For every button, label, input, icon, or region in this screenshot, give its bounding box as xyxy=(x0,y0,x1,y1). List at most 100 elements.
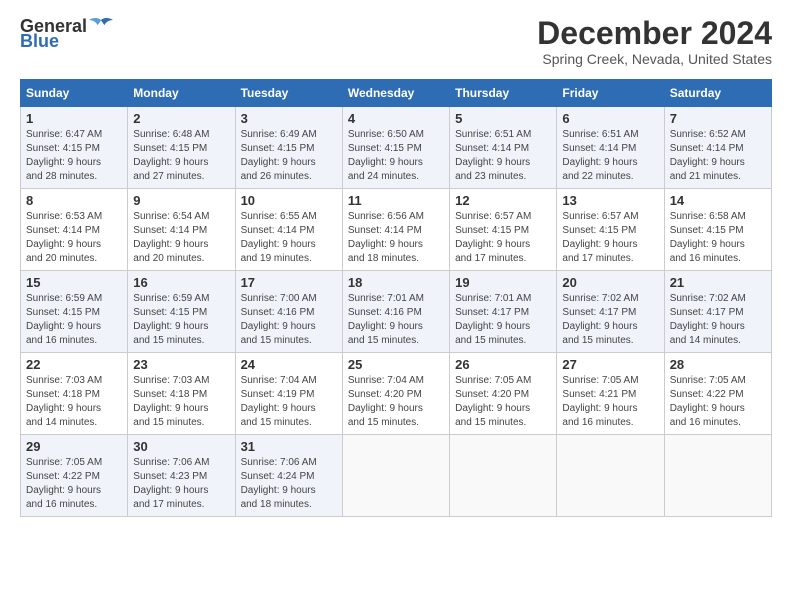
calendar-week-row: 15 Sunrise: 6:59 AM Sunset: 4:15 PM Dayli… xyxy=(21,271,772,353)
day-info: Sunrise: 7:03 AM Sunset: 4:18 PM Dayligh… xyxy=(26,374,122,430)
day-info: Sunrise: 7:05 AM Sunset: 4:22 PM Dayligh… xyxy=(670,374,766,430)
day-info: Sunrise: 7:01 AM Sunset: 4:17 PM Dayligh… xyxy=(455,292,551,348)
day-number: 13 xyxy=(562,193,658,208)
calendar-day-cell: 20 Sunrise: 7:02 AM Sunset: 4:17 PM Dayli… xyxy=(557,271,664,353)
logo-bird-icon xyxy=(89,16,113,36)
calendar-subtitle: Spring Creek, Nevada, United States xyxy=(537,51,772,67)
day-number: 16 xyxy=(133,275,229,290)
day-info: Sunrise: 6:51 AM Sunset: 4:14 PM Dayligh… xyxy=(455,128,551,184)
calendar-day-cell xyxy=(664,435,771,517)
day-number: 24 xyxy=(241,357,337,372)
day-info: Sunrise: 6:51 AM Sunset: 4:14 PM Dayligh… xyxy=(562,128,658,184)
day-number: 25 xyxy=(348,357,444,372)
day-info: Sunrise: 7:06 AM Sunset: 4:24 PM Dayligh… xyxy=(241,456,337,512)
calendar-week-row: 1 Sunrise: 6:47 AM Sunset: 4:15 PM Daylig… xyxy=(21,107,772,189)
day-info: Sunrise: 7:04 AM Sunset: 4:19 PM Dayligh… xyxy=(241,374,337,430)
day-number: 6 xyxy=(562,111,658,126)
day-number: 21 xyxy=(670,275,766,290)
day-number: 7 xyxy=(670,111,766,126)
day-info: Sunrise: 7:02 AM Sunset: 4:17 PM Dayligh… xyxy=(670,292,766,348)
calendar-day-cell: 12 Sunrise: 6:57 AM Sunset: 4:15 PM Dayli… xyxy=(450,189,557,271)
calendar-day-cell: 26 Sunrise: 7:05 AM Sunset: 4:20 PM Dayli… xyxy=(450,353,557,435)
day-number: 12 xyxy=(455,193,551,208)
day-info: Sunrise: 6:50 AM Sunset: 4:15 PM Dayligh… xyxy=(348,128,444,184)
weekday-header-cell: Saturday xyxy=(664,80,771,107)
calendar-day-cell: 19 Sunrise: 7:01 AM Sunset: 4:17 PM Dayli… xyxy=(450,271,557,353)
day-number: 3 xyxy=(241,111,337,126)
calendar-day-cell: 5 Sunrise: 6:51 AM Sunset: 4:14 PM Daylig… xyxy=(450,107,557,189)
day-info: Sunrise: 7:02 AM Sunset: 4:17 PM Dayligh… xyxy=(562,292,658,348)
day-number: 2 xyxy=(133,111,229,126)
day-number: 8 xyxy=(26,193,122,208)
calendar-day-cell: 21 Sunrise: 7:02 AM Sunset: 4:17 PM Dayli… xyxy=(664,271,771,353)
calendar-day-cell: 10Sunrise: 6:55 AM Sunset: 4:14 PM Dayli… xyxy=(235,189,342,271)
calendar-week-row: 22 Sunrise: 7:03 AM Sunset: 4:18 PM Dayli… xyxy=(21,353,772,435)
day-info: Sunrise: 6:47 AM Sunset: 4:15 PM Dayligh… xyxy=(26,128,122,184)
calendar-day-cell: 1 Sunrise: 6:47 AM Sunset: 4:15 PM Daylig… xyxy=(21,107,128,189)
logo-blue-text: Blue xyxy=(20,32,59,50)
day-info: Sunrise: 6:48 AM Sunset: 4:15 PM Dayligh… xyxy=(133,128,229,184)
calendar-day-cell: 2 Sunrise: 6:48 AM Sunset: 4:15 PM Daylig… xyxy=(128,107,235,189)
calendar-day-cell: 23Sunrise: 7:03 AM Sunset: 4:18 PM Dayli… xyxy=(128,353,235,435)
calendar-week-row: 8 Sunrise: 6:53 AM Sunset: 4:14 PM Daylig… xyxy=(21,189,772,271)
day-number: 11 xyxy=(348,193,444,208)
weekday-header-cell: Thursday xyxy=(450,80,557,107)
day-number: 26 xyxy=(455,357,551,372)
calendar-day-cell: 6 Sunrise: 6:51 AM Sunset: 4:14 PM Daylig… xyxy=(557,107,664,189)
calendar-day-cell xyxy=(342,435,449,517)
calendar-day-cell: 16Sunrise: 6:59 AM Sunset: 4:15 PM Dayli… xyxy=(128,271,235,353)
calendar-day-cell: 22 Sunrise: 7:03 AM Sunset: 4:18 PM Dayli… xyxy=(21,353,128,435)
day-number: 1 xyxy=(26,111,122,126)
day-info: Sunrise: 6:53 AM Sunset: 4:14 PM Dayligh… xyxy=(26,210,122,266)
day-number: 4 xyxy=(348,111,444,126)
calendar-table: SundayMondayTuesdayWednesdayThursdayFrid… xyxy=(20,79,772,517)
day-info: Sunrise: 7:05 AM Sunset: 4:21 PM Dayligh… xyxy=(562,374,658,430)
calendar-day-cell: 31Sunrise: 7:06 AM Sunset: 4:24 PM Dayli… xyxy=(235,435,342,517)
calendar-day-cell: 7Sunrise: 6:52 AM Sunset: 4:14 PM Daylig… xyxy=(664,107,771,189)
calendar-day-cell: 17Sunrise: 7:00 AM Sunset: 4:16 PM Dayli… xyxy=(235,271,342,353)
calendar-day-cell: 18Sunrise: 7:01 AM Sunset: 4:16 PM Dayli… xyxy=(342,271,449,353)
day-number: 28 xyxy=(670,357,766,372)
day-number: 19 xyxy=(455,275,551,290)
weekday-header-cell: Wednesday xyxy=(342,80,449,107)
calendar-body: 1 Sunrise: 6:47 AM Sunset: 4:15 PM Daylig… xyxy=(21,107,772,517)
day-info: Sunrise: 6:59 AM Sunset: 4:15 PM Dayligh… xyxy=(26,292,122,348)
day-info: Sunrise: 7:06 AM Sunset: 4:23 PM Dayligh… xyxy=(133,456,229,512)
day-number: 14 xyxy=(670,193,766,208)
calendar-day-cell: 9 Sunrise: 6:54 AM Sunset: 4:14 PM Daylig… xyxy=(128,189,235,271)
weekday-header-cell: Sunday xyxy=(21,80,128,107)
calendar-title: December 2024 xyxy=(537,16,772,51)
day-number: 10 xyxy=(241,193,337,208)
day-info: Sunrise: 6:58 AM Sunset: 4:15 PM Dayligh… xyxy=(670,210,766,266)
day-info: Sunrise: 7:00 AM Sunset: 4:16 PM Dayligh… xyxy=(241,292,337,348)
calendar-day-cell: 8 Sunrise: 6:53 AM Sunset: 4:14 PM Daylig… xyxy=(21,189,128,271)
calendar-day-cell: 30Sunrise: 7:06 AM Sunset: 4:23 PM Dayli… xyxy=(128,435,235,517)
weekday-header-row: SundayMondayTuesdayWednesdayThursdayFrid… xyxy=(21,80,772,107)
day-number: 5 xyxy=(455,111,551,126)
calendar-day-cell: 3Sunrise: 6:49 AM Sunset: 4:15 PM Daylig… xyxy=(235,107,342,189)
day-number: 22 xyxy=(26,357,122,372)
day-number: 9 xyxy=(133,193,229,208)
day-info: Sunrise: 7:04 AM Sunset: 4:20 PM Dayligh… xyxy=(348,374,444,430)
day-number: 20 xyxy=(562,275,658,290)
calendar-day-cell: 4 Sunrise: 6:50 AM Sunset: 4:15 PM Daylig… xyxy=(342,107,449,189)
calendar-day-cell: 15 Sunrise: 6:59 AM Sunset: 4:15 PM Dayli… xyxy=(21,271,128,353)
calendar-day-cell: 25 Sunrise: 7:04 AM Sunset: 4:20 PM Dayli… xyxy=(342,353,449,435)
day-number: 29 xyxy=(26,439,122,454)
day-number: 23 xyxy=(133,357,229,372)
day-info: Sunrise: 7:05 AM Sunset: 4:22 PM Dayligh… xyxy=(26,456,122,512)
day-info: Sunrise: 6:57 AM Sunset: 4:15 PM Dayligh… xyxy=(562,210,658,266)
title-area: December 2024 Spring Creek, Nevada, Unit… xyxy=(537,16,772,67)
day-info: Sunrise: 7:05 AM Sunset: 4:20 PM Dayligh… xyxy=(455,374,551,430)
header: General Blue December 2024 Spring Creek,… xyxy=(20,16,772,67)
day-info: Sunrise: 6:57 AM Sunset: 4:15 PM Dayligh… xyxy=(455,210,551,266)
calendar-day-cell: 28 Sunrise: 7:05 AM Sunset: 4:22 PM Dayli… xyxy=(664,353,771,435)
day-number: 27 xyxy=(562,357,658,372)
day-info: Sunrise: 6:56 AM Sunset: 4:14 PM Dayligh… xyxy=(348,210,444,266)
day-number: 15 xyxy=(26,275,122,290)
calendar-day-cell xyxy=(557,435,664,517)
calendar-day-cell: 29 Sunrise: 7:05 AM Sunset: 4:22 PM Dayli… xyxy=(21,435,128,517)
calendar-day-cell: 14 Sunrise: 6:58 AM Sunset: 4:15 PM Dayli… xyxy=(664,189,771,271)
day-info: Sunrise: 6:54 AM Sunset: 4:14 PM Dayligh… xyxy=(133,210,229,266)
calendar-day-cell: 27 Sunrise: 7:05 AM Sunset: 4:21 PM Dayli… xyxy=(557,353,664,435)
